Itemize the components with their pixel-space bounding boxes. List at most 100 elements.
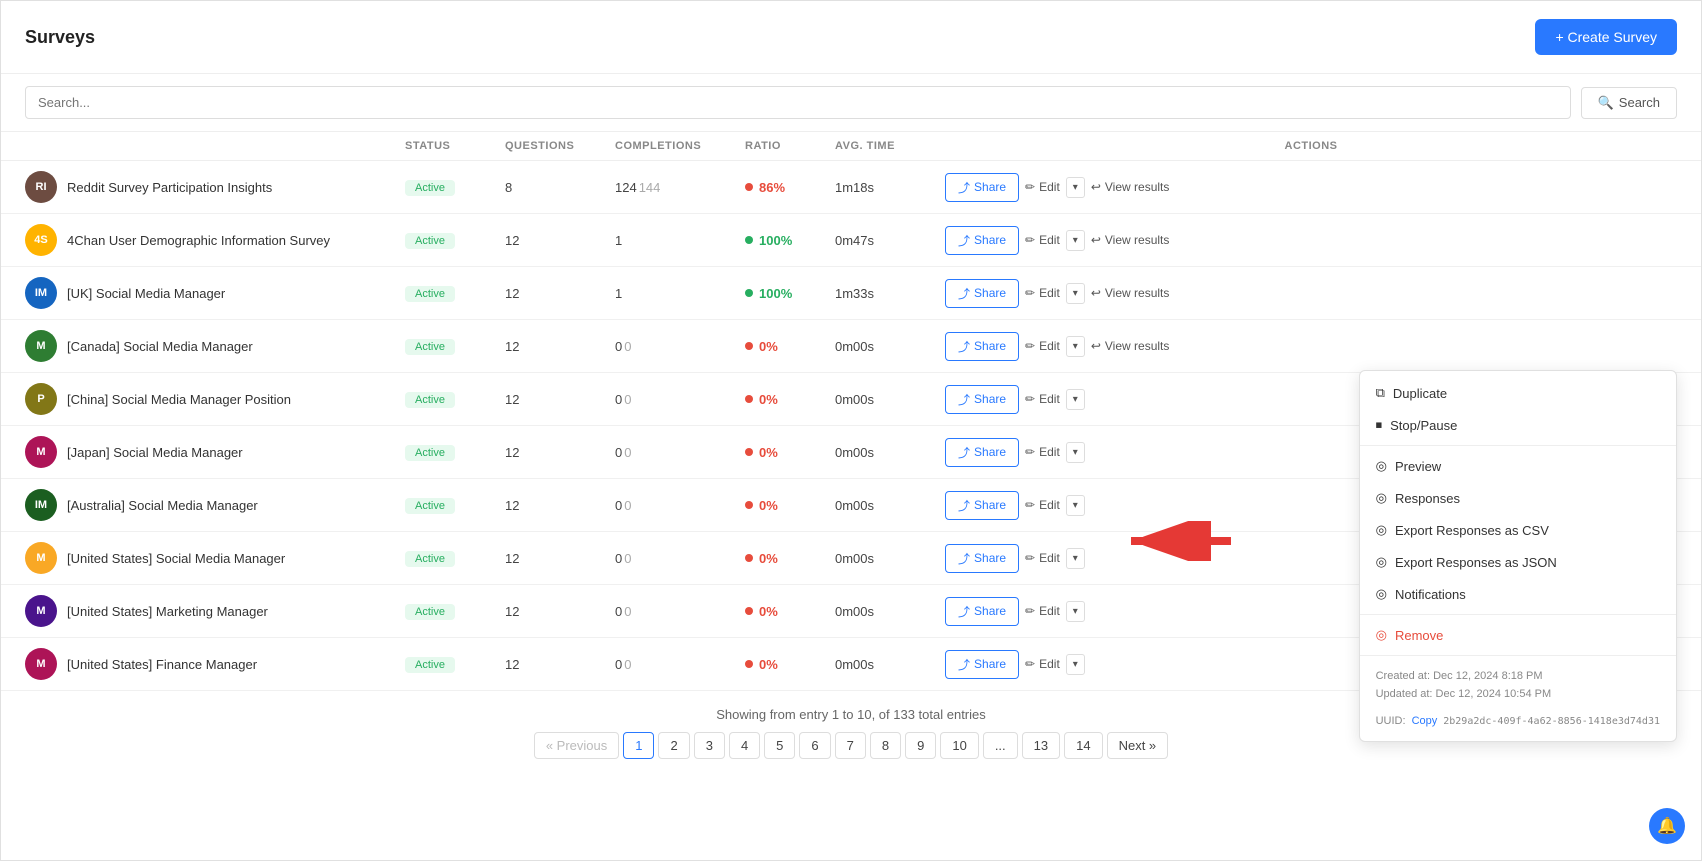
avatar: IM bbox=[25, 277, 57, 309]
dropdown-duplicate[interactable]: ⧉ Duplicate bbox=[1360, 377, 1676, 409]
page-button[interactable]: 4 bbox=[729, 732, 760, 759]
view-results-icon: ↩ bbox=[1091, 233, 1101, 247]
survey-name: [China] Social Media Manager Position bbox=[67, 392, 291, 407]
prev-button[interactable]: « Previous bbox=[534, 732, 619, 759]
page-button[interactable]: 7 bbox=[835, 732, 866, 759]
edit-button[interactable]: ✏ Edit bbox=[1025, 498, 1060, 512]
page-button[interactable]: 1 bbox=[623, 732, 654, 759]
edit-button[interactable]: ✏ Edit bbox=[1025, 233, 1060, 247]
search-input[interactable] bbox=[25, 86, 1571, 119]
ratio-pct: 0% bbox=[759, 604, 778, 619]
actions-cell: ⤴ Share ✏ Edit ▾ ↩ View results bbox=[945, 279, 1677, 308]
avg-time-cell: 0m00s bbox=[835, 498, 945, 513]
share-icon: ⤴ bbox=[958, 232, 970, 249]
dropdown-preview[interactable]: ◎ Preview bbox=[1360, 450, 1676, 482]
view-results-button[interactable]: ↩ View results bbox=[1091, 286, 1170, 300]
avg-time-cell: 0m00s bbox=[835, 339, 945, 354]
edit-button[interactable]: ✏ Edit bbox=[1025, 604, 1060, 618]
share-button[interactable]: ⤴ Share bbox=[945, 491, 1019, 520]
status-badge: Active bbox=[405, 604, 455, 620]
status-badge: Active bbox=[405, 180, 455, 196]
survey-table: RI Reddit Survey Participation Insights … bbox=[1, 161, 1701, 691]
edit-button[interactable]: ✏ Edit bbox=[1025, 551, 1060, 565]
share-button[interactable]: ⤴ Share bbox=[945, 597, 1019, 626]
completions-cell: 124 144 bbox=[615, 180, 745, 195]
dropdown-arrow-button[interactable]: ▾ bbox=[1066, 283, 1085, 304]
ratio-cell: 0% bbox=[745, 339, 835, 354]
search-button[interactable]: 🔍 Search bbox=[1581, 87, 1677, 119]
share-button[interactable]: ⤴ Share bbox=[945, 332, 1019, 361]
status-badge: Active bbox=[405, 392, 455, 408]
view-results-icon: ↩ bbox=[1091, 286, 1101, 300]
dropdown-arrow-button[interactable]: ▾ bbox=[1066, 654, 1085, 675]
share-icon: ⤴ bbox=[958, 603, 970, 620]
share-button[interactable]: ⤴ Share bbox=[945, 385, 1019, 414]
page-button[interactable]: 5 bbox=[764, 732, 795, 759]
dropdown-arrow-button[interactable]: ▾ bbox=[1066, 389, 1085, 410]
edit-button[interactable]: ✏ Edit bbox=[1025, 657, 1060, 671]
avatar: M bbox=[25, 330, 57, 362]
share-button[interactable]: ⤴ Share bbox=[945, 438, 1019, 467]
page-button[interactable]: 2 bbox=[658, 732, 689, 759]
edit-button[interactable]: ✏ Edit bbox=[1025, 445, 1060, 459]
dropdown-arrow-button[interactable]: ▾ bbox=[1066, 548, 1085, 569]
status-badge: Active bbox=[405, 339, 455, 355]
help-button[interactable]: 🔔 bbox=[1649, 808, 1685, 844]
ratio-cell: 0% bbox=[745, 604, 835, 619]
edit-icon: ✏ bbox=[1025, 392, 1035, 406]
ratio-cell: 86% bbox=[745, 180, 835, 195]
share-button[interactable]: ⤴ Share bbox=[945, 173, 1019, 202]
edit-button[interactable]: ✏ Edit bbox=[1025, 392, 1060, 406]
status-cell: Active bbox=[405, 497, 505, 514]
avg-time-cell: 1m33s bbox=[835, 286, 945, 301]
next-button[interactable]: Next » bbox=[1107, 732, 1169, 759]
avg-time-cell: 0m00s bbox=[835, 392, 945, 407]
dropdown-export-json[interactable]: ◎ Export Responses as JSON bbox=[1360, 546, 1676, 578]
status-cell: Active bbox=[405, 232, 505, 249]
edit-button[interactable]: ✏ Edit bbox=[1025, 180, 1060, 194]
dropdown-stop-pause[interactable]: ⏹ Stop/Pause bbox=[1360, 409, 1676, 441]
dropdown-arrow-button[interactable]: ▾ bbox=[1066, 177, 1085, 198]
dropdown-export-csv[interactable]: ◎ Export Responses as CSV bbox=[1360, 514, 1676, 546]
dropdown-notifications[interactable]: ◎ Notifications bbox=[1360, 578, 1676, 610]
edit-button[interactable]: ✏ Edit bbox=[1025, 286, 1060, 300]
page-button[interactable]: 14 bbox=[1064, 732, 1102, 759]
page-button[interactable]: 10 bbox=[940, 732, 978, 759]
dropdown-arrow-button[interactable]: ▾ bbox=[1066, 495, 1085, 516]
avatar: M bbox=[25, 648, 57, 680]
share-button[interactable]: ⤴ Share bbox=[945, 544, 1019, 573]
page-button[interactable]: 13 bbox=[1022, 732, 1060, 759]
edit-button[interactable]: ✏ Edit bbox=[1025, 339, 1060, 353]
dropdown-arrow-button[interactable]: ▾ bbox=[1066, 230, 1085, 251]
edit-icon: ✏ bbox=[1025, 180, 1035, 194]
page-button[interactable]: 8 bbox=[870, 732, 901, 759]
dropdown-arrow-button[interactable]: ▾ bbox=[1066, 601, 1085, 622]
avatar: 4S bbox=[25, 224, 57, 256]
share-button[interactable]: ⤴ Share bbox=[945, 279, 1019, 308]
share-button[interactable]: ⤴ Share bbox=[945, 650, 1019, 679]
avg-time-cell: 0m00s bbox=[835, 551, 945, 566]
page-button[interactable]: 3 bbox=[694, 732, 725, 759]
create-survey-button[interactable]: + Create Survey bbox=[1535, 19, 1677, 55]
status-badge: Active bbox=[405, 233, 455, 249]
dropdown-arrow-button[interactable]: ▾ bbox=[1066, 442, 1085, 463]
questions-cell: 12 bbox=[505, 445, 615, 460]
edit-icon: ✏ bbox=[1025, 286, 1035, 300]
copy-uuid-button[interactable]: Copy bbox=[1412, 715, 1438, 727]
page-button[interactable]: 9 bbox=[905, 732, 936, 759]
page-button[interactable]: ... bbox=[983, 732, 1018, 759]
view-results-icon: ↩ bbox=[1091, 339, 1101, 353]
share-button[interactable]: ⤴ Share bbox=[945, 226, 1019, 255]
view-results-button[interactable]: ↩ View results bbox=[1091, 180, 1170, 194]
survey-name-cell: IM [Australia] Social Media Manager bbox=[25, 489, 405, 521]
dropdown-remove[interactable]: ◎ Remove bbox=[1360, 619, 1676, 651]
table-header: STATUS QUESTIONS COMPLETIONS RATIO AVG. … bbox=[1, 132, 1701, 161]
dropdown-arrow-button[interactable]: ▾ bbox=[1066, 336, 1085, 357]
dropdown-responses[interactable]: ◎ Responses bbox=[1360, 482, 1676, 514]
completions-cell: 0 0 bbox=[615, 339, 745, 354]
view-results-button[interactable]: ↩ View results bbox=[1091, 233, 1170, 247]
avatar: IM bbox=[25, 489, 57, 521]
survey-name-cell: M [United States] Marketing Manager bbox=[25, 595, 405, 627]
view-results-button[interactable]: ↩ View results bbox=[1091, 339, 1170, 353]
page-button[interactable]: 6 bbox=[799, 732, 830, 759]
